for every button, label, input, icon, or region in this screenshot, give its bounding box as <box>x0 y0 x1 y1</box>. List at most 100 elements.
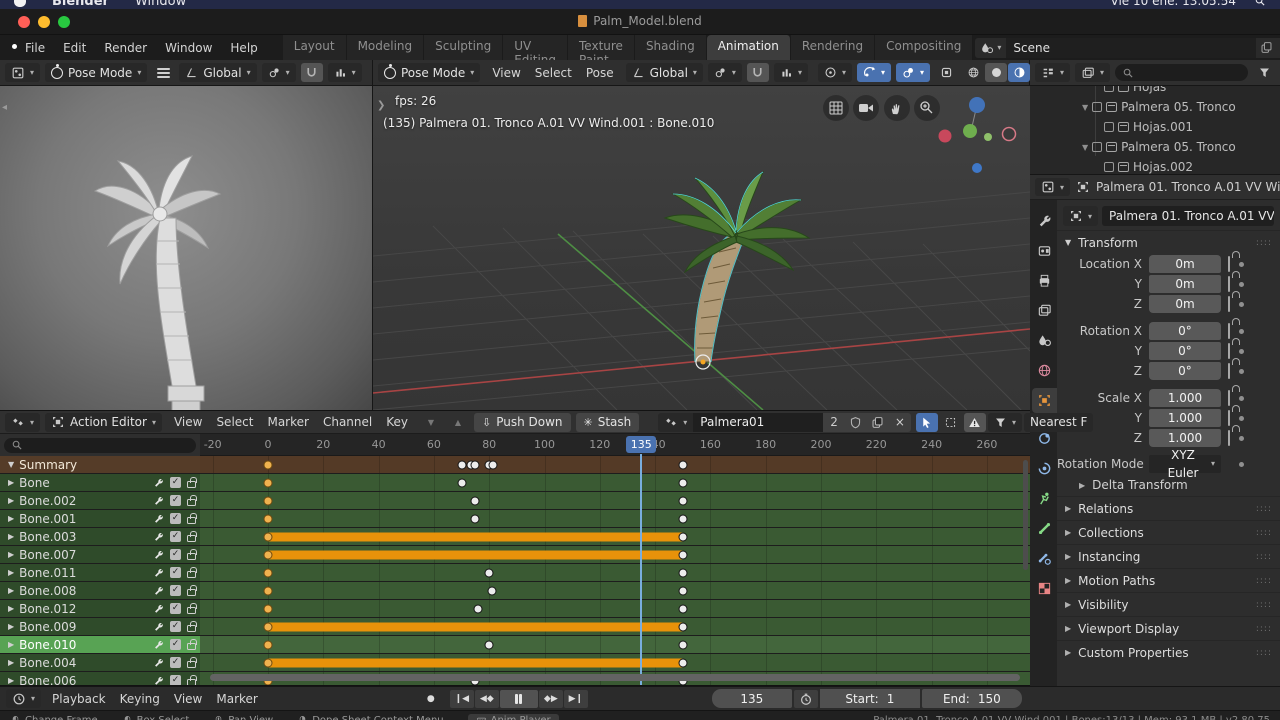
gizmos-toggle[interactable]: ▾ <box>856 63 891 82</box>
animate-dot[interactable] <box>1239 435 1244 441</box>
dope-editor-type-button[interactable]: ▾ <box>5 412 41 432</box>
keyframe-selected[interactable] <box>263 568 273 577</box>
keyframe[interactable] <box>470 460 480 469</box>
outliner-item[interactable]: Hojas.001 <box>1030 117 1280 137</box>
workspace-tab-modeling[interactable]: Modeling <box>346 35 425 60</box>
panel-collections[interactable]: ▶ Collections:::: <box>1057 520 1280 544</box>
lock-icon[interactable] <box>1228 390 1230 406</box>
channel-row-bone-012[interactable]: ▶ Bone.012 ✓ <box>0 600 1030 618</box>
keyframe[interactable] <box>678 586 688 595</box>
channel-lock-icon[interactable] <box>187 477 197 488</box>
region-collapse-arrow[interactable]: ❯ <box>377 100 385 111</box>
pivot-selector[interactable]: ▾ <box>707 63 742 82</box>
channel-row-bone-008[interactable]: ▶ Bone.008 ✓ <box>0 582 1030 600</box>
channel-lock-icon[interactable] <box>187 603 197 614</box>
transform-value-field[interactable]: 0° <box>1149 342 1221 360</box>
transform-value-field[interactable]: 0m <box>1149 255 1221 273</box>
animate-dot[interactable] <box>1239 328 1244 334</box>
channel-enable-checkbox[interactable]: ✓ <box>170 567 181 578</box>
outliner-filter-button[interactable] <box>1253 63 1275 82</box>
animate-dot[interactable] <box>1239 415 1244 421</box>
channel-enable-checkbox[interactable]: ✓ <box>170 675 181 685</box>
channel-enable-checkbox[interactable]: ✓ <box>170 513 181 524</box>
shading-material-button[interactable] <box>1008 63 1030 82</box>
transform-value-field[interactable]: 0° <box>1149 362 1221 380</box>
held-keyframe-bar[interactable] <box>268 550 683 559</box>
properties-tab-tool[interactable] <box>1032 208 1057 233</box>
keyframe[interactable] <box>470 496 480 505</box>
keyframe-selected[interactable] <box>263 658 273 667</box>
properties-editor-type-button[interactable]: ▾ <box>1035 178 1071 196</box>
workspace-tab-sculpting[interactable]: Sculpting <box>424 35 504 60</box>
orientation-selector[interactable]: Global ▾ <box>625 63 703 82</box>
properties-tab-output[interactable] <box>1032 268 1057 293</box>
shading-solid-button[interactable] <box>985 63 1007 82</box>
channel-lock-icon[interactable] <box>187 621 197 632</box>
keyframe[interactable] <box>457 478 467 487</box>
workspace-tab-rendering[interactable]: Rendering <box>790 35 876 60</box>
channel-enable-checkbox[interactable]: ✓ <box>170 639 181 650</box>
dope-menu-select[interactable]: Select <box>209 415 260 429</box>
keyframe[interactable] <box>678 568 688 577</box>
transform-panel-header[interactable]: ▼ Transform :::: <box>1057 230 1280 254</box>
modifier-wrench-icon[interactable] <box>153 495 164 506</box>
channel-enable-checkbox[interactable]: ✓ <box>170 585 181 596</box>
vertical-scrollbar[interactable] <box>1023 460 1028 570</box>
proportional-editing-button[interactable]: ▾ <box>817 63 852 82</box>
rotation-mode-dropdown[interactable]: XYZ Euler ▾ <box>1149 448 1221 480</box>
channel-lock-icon[interactable] <box>187 549 197 560</box>
menu-help[interactable]: Help <box>221 38 266 58</box>
action-copy-button[interactable] <box>866 412 889 432</box>
properties-tab-render[interactable] <box>1032 238 1057 263</box>
channel-lock-icon[interactable] <box>187 531 197 542</box>
transform-value-field[interactable]: 0° <box>1149 322 1221 340</box>
transform-value-field[interactable]: 1.000 <box>1149 429 1221 447</box>
keyframe[interactable] <box>470 514 480 523</box>
modifier-wrench-icon[interactable] <box>153 603 164 614</box>
action-users-count[interactable]: 2 <box>823 412 845 432</box>
prev-keyframe-button[interactable]: ◀◆ <box>474 689 499 708</box>
scene-copy-button[interactable] <box>1256 37 1277 58</box>
transform-value-field[interactable]: 1.000 <box>1149 409 1221 427</box>
transform-value-field[interactable]: 0m <box>1149 275 1221 293</box>
timeline-menu-keying[interactable]: Keying <box>113 692 167 706</box>
channel-search-input[interactable] <box>4 437 196 453</box>
panel-visibility[interactable]: ▶ Visibility:::: <box>1057 592 1280 616</box>
panel-motion-paths[interactable]: ▶ Motion Paths:::: <box>1057 568 1280 592</box>
animate-dot[interactable] <box>1239 261 1244 267</box>
modifier-wrench-icon[interactable] <box>153 477 164 488</box>
timeline-menu-view[interactable]: View <box>167 692 209 706</box>
properties-tab-scene[interactable] <box>1032 328 1057 353</box>
keyframe-selected[interactable] <box>263 460 273 469</box>
channel-enable-checkbox[interactable]: ✓ <box>170 621 181 632</box>
keyframe-selected[interactable] <box>263 478 273 487</box>
shading-wireframe-button[interactable] <box>962 63 984 82</box>
workspace-tab-layout[interactable]: Layout <box>282 35 347 60</box>
modifier-wrench-icon[interactable] <box>153 585 164 596</box>
menu-render[interactable]: Render <box>95 38 156 58</box>
lock-icon[interactable] <box>1228 410 1230 426</box>
channel-lock-icon[interactable] <box>187 513 197 524</box>
channel-lock-icon[interactable] <box>187 567 197 578</box>
timeline-menu-marker[interactable]: Marker <box>209 692 264 706</box>
collapsed-menus-button[interactable] <box>152 63 174 82</box>
left-3d-viewport[interactable]: ◂ <box>0 86 373 410</box>
channel-enable-checkbox[interactable]: ✓ <box>170 477 181 488</box>
channel-row-bone-009[interactable]: ▶ Bone.009 ✓ <box>0 618 1030 636</box>
outliner-item[interactable]: ▼ Palmera 05. Tronco <box>1030 97 1280 117</box>
frame-start-field[interactable]: Start: 1 <box>819 689 920 708</box>
axis-navigation-gizmo[interactable] <box>938 97 1017 173</box>
scene-name-field[interactable]: Scene <box>1006 37 1257 58</box>
properties-tab-physics[interactable] <box>1032 456 1057 481</box>
modifier-wrench-icon[interactable] <box>153 675 164 685</box>
channel-row-bone-001[interactable]: ▶ Bone.001 ✓ <box>0 510 1030 528</box>
next-keyframe-button[interactable]: ◆▶ <box>538 689 563 708</box>
keyframe[interactable] <box>473 604 483 613</box>
keyframe[interactable] <box>678 496 688 505</box>
spotlight-search-icon[interactable] <box>1254 0 1266 7</box>
scene-browse-button[interactable]: ▾ <box>975 37 1007 58</box>
channel-row-bone-010[interactable]: ▶ Bone.010 ✓ <box>0 636 1030 654</box>
lock-icon[interactable] <box>1228 276 1230 292</box>
stash-button[interactable]: ✳ Stash <box>575 412 640 432</box>
jump-to-start-button[interactable]: ❙◀ <box>449 689 474 708</box>
